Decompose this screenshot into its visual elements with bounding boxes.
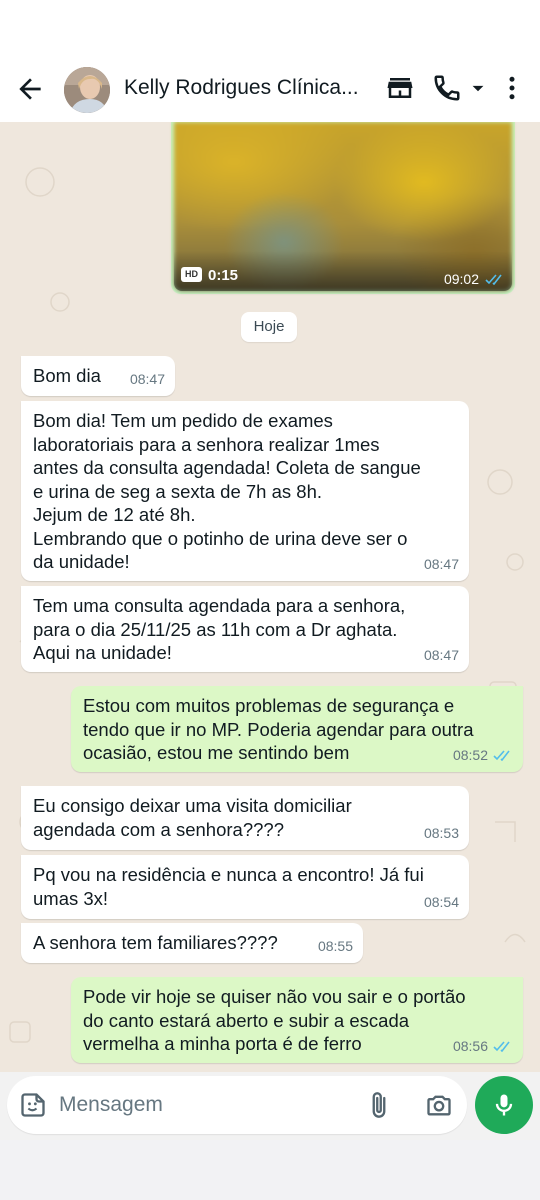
message-text: Pode vir hoje se quiser não vou sair e o… xyxy=(83,986,466,1054)
phone-icon[interactable] xyxy=(432,73,462,103)
read-ticks-icon xyxy=(493,750,510,761)
avatar[interactable] xyxy=(64,67,110,113)
date-chip: Hoje xyxy=(241,312,297,342)
message-bubble-incoming[interactable]: Pq vou na residência e nunca a encontro!… xyxy=(21,855,469,919)
voice-message-button[interactable] xyxy=(475,1076,533,1134)
message-time: 08:47 xyxy=(129,370,165,387)
camera-icon[interactable] xyxy=(425,1091,453,1119)
message-text: Eu consigo deixar uma visita domiciliar … xyxy=(33,795,352,840)
message-time: 08:55 xyxy=(317,937,353,954)
mic-icon xyxy=(495,1094,513,1116)
message-bubble-outgoing[interactable]: Pode vir hoje se quiser não vou sair e o… xyxy=(71,977,523,1063)
message-text: Estou com muitos problemas de segurança … xyxy=(83,695,474,763)
dropdown-arrow-icon[interactable] xyxy=(465,73,491,103)
more-vertical-icon[interactable] xyxy=(497,73,527,103)
message-text: Bom dia! Tem um pedido de exames laborat… xyxy=(33,410,421,572)
message-time: 09:02 xyxy=(443,271,479,287)
message-time: 08:47 xyxy=(423,646,459,663)
message-bubble-incoming[interactable]: Bom dia 08:47 xyxy=(21,356,175,396)
message-time: 08:52 xyxy=(452,746,488,763)
video-duration: 0:15 xyxy=(208,267,239,284)
hd-badge: HD xyxy=(181,267,202,282)
message-bubble-incoming[interactable]: Eu consigo deixar uma visita domiciliar … xyxy=(21,786,469,850)
message-input-placeholder: Mensagem xyxy=(59,1093,163,1116)
message-time: 08:53 xyxy=(423,824,459,841)
message-input[interactable]: Mensagem xyxy=(7,1076,467,1134)
status-bar xyxy=(0,0,540,56)
sticker-icon[interactable] xyxy=(19,1091,47,1119)
message-bubble-incoming[interactable]: A senhora tem familiares???? 08:55 xyxy=(21,923,363,963)
message-text: A senhora tem familiares???? xyxy=(33,932,278,953)
message-time: 08:56 xyxy=(452,1037,488,1054)
chat-area[interactable]: HD 0:15 09:02 Hoje Bom dia 08:47 Bom dia… xyxy=(0,122,540,1072)
message-time: 08:47 xyxy=(423,555,459,572)
back-arrow-icon[interactable] xyxy=(14,73,46,105)
contact-name[interactable]: Kelly Rodrigues Clínica... xyxy=(124,76,364,100)
chat-header: Kelly Rodrigues Clínica... xyxy=(0,56,540,122)
message-bubble-outgoing[interactable]: Estou com muitos problemas de segurança … xyxy=(71,686,523,772)
attach-icon[interactable] xyxy=(365,1091,393,1119)
store-icon[interactable] xyxy=(385,73,415,103)
video-message[interactable]: HD 0:15 09:02 xyxy=(171,122,515,294)
message-bubble-incoming[interactable]: Tem uma consulta agendada para a senhora… xyxy=(21,586,469,672)
read-ticks-icon xyxy=(485,274,502,285)
system-navigation-bar xyxy=(0,1140,540,1200)
message-bubble-incoming[interactable]: Bom dia! Tem um pedido de exames laborat… xyxy=(21,401,469,581)
composer-bar: Mensagem xyxy=(0,1072,540,1140)
message-text: Tem uma consulta agendada para a senhora… xyxy=(33,595,406,663)
message-text: Pq vou na residência e nunca a encontro!… xyxy=(33,864,424,909)
read-ticks-icon xyxy=(493,1041,510,1052)
message-time: 08:54 xyxy=(423,893,459,910)
